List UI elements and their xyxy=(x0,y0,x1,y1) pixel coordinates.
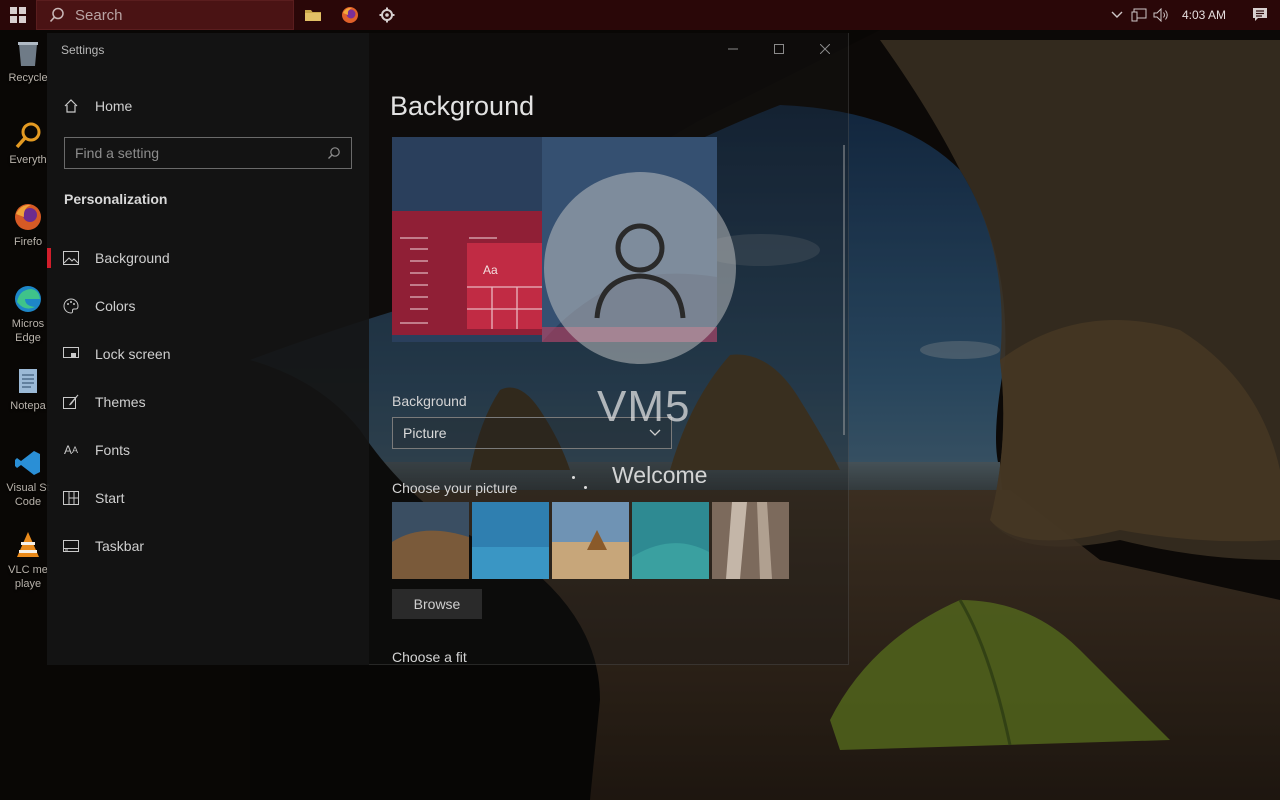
nav-home[interactable]: Home xyxy=(47,86,369,126)
vlc-icon xyxy=(17,532,39,557)
choose-picture-label: Choose your picture xyxy=(392,480,518,496)
picture-thumbnails xyxy=(392,502,789,579)
home-icon xyxy=(63,98,79,114)
firefox-icon xyxy=(15,204,41,230)
taskbar-settings[interactable] xyxy=(368,0,405,30)
welcome-text: Welcome xyxy=(612,462,708,488)
desktop-icon-label: Firefo xyxy=(13,236,43,248)
taskbar-icon xyxy=(63,538,79,554)
taskbar-firefox[interactable] xyxy=(331,0,368,30)
taskbar-search-box[interactable]: Search xyxy=(36,0,294,30)
nav-item-label: Fonts xyxy=(95,442,131,458)
loading-spinner xyxy=(568,470,598,490)
chevron-up-icon xyxy=(1111,11,1123,18)
volume-button[interactable] xyxy=(1150,0,1172,30)
nav-item-colors[interactable]: Colors xyxy=(47,286,369,326)
nav-item-background[interactable]: Background xyxy=(47,238,369,278)
user-name: VM5 xyxy=(597,382,691,431)
windows-logo-icon xyxy=(10,7,26,23)
show-hidden-icons-button[interactable] xyxy=(1106,0,1128,30)
file-explorer-icon xyxy=(304,10,321,21)
picture-thumbnail[interactable] xyxy=(632,502,709,579)
start-grid-icon xyxy=(63,490,79,506)
section-title-personalization: Personalization xyxy=(64,191,168,207)
edge-icon xyxy=(15,286,41,312)
brush-icon xyxy=(63,394,79,410)
page-title: Background xyxy=(390,91,535,121)
browse-button[interactable]: Browse xyxy=(392,589,482,619)
nav-item-label: Themes xyxy=(95,394,146,410)
content-scrollbar[interactable] xyxy=(843,145,845,435)
search-icon xyxy=(49,7,64,23)
palette-icon xyxy=(63,298,79,314)
start-button[interactable] xyxy=(0,0,36,30)
nav-item-label: Start xyxy=(95,490,125,506)
nav-home-label: Home xyxy=(95,98,133,114)
desktop-icon-label: Visual St Code xyxy=(6,482,50,508)
nav-item-label: Taskbar xyxy=(95,538,145,554)
settings-nav-pane: Settings Home Find a setting Personaliza… xyxy=(47,33,369,665)
minimize-icon xyxy=(728,48,738,50)
nav-item-themes[interactable]: Themes xyxy=(47,382,369,422)
maximize-button[interactable] xyxy=(756,33,802,65)
network-button[interactable] xyxy=(1128,0,1150,30)
action-center-button[interactable] xyxy=(1240,0,1280,30)
desktop-icon-label: Recycle xyxy=(8,72,48,84)
desktop-icon-label: Notepa xyxy=(10,400,46,412)
window-controls xyxy=(710,33,848,65)
nav-item-fonts[interactable]: AA Fonts xyxy=(47,430,369,470)
nav-item-taskbar[interactable]: Taskbar xyxy=(47,526,369,566)
nav-item-label: Background xyxy=(95,250,170,266)
preview-sample-text: Aa xyxy=(483,263,498,277)
picture-icon xyxy=(63,250,79,266)
everything-icon xyxy=(15,122,41,149)
close-icon xyxy=(820,44,830,54)
system-tray: 4:03 AM xyxy=(1106,0,1280,30)
taskbar: Search 4:03 AM xyxy=(0,0,1280,30)
search-icon xyxy=(328,147,340,159)
nav-item-start[interactable]: Start xyxy=(47,478,369,518)
firefox-icon xyxy=(341,7,358,23)
notification-icon xyxy=(1253,8,1267,21)
network-icon xyxy=(1131,8,1147,22)
close-button[interactable] xyxy=(802,33,848,65)
choose-fit-label: Choose a fit xyxy=(392,649,467,665)
maximize-icon xyxy=(774,44,784,54)
font-icon: AA xyxy=(63,443,79,457)
nav-item-label: Lock screen xyxy=(95,346,171,362)
picture-thumbnail[interactable] xyxy=(712,502,789,579)
taskbar-search-placeholder: Search xyxy=(75,6,123,24)
taskbar-clock[interactable]: 4:03 AM xyxy=(1172,8,1240,22)
picture-thumbnail[interactable] xyxy=(392,502,469,579)
desktop-icon-label: Everyth xyxy=(9,154,47,166)
recycle-bin-icon xyxy=(18,42,38,66)
desktop-icon-label: VLC me playe xyxy=(8,564,48,590)
vscode-icon xyxy=(15,451,40,475)
minimize-button[interactable] xyxy=(710,33,756,65)
picture-thumbnail[interactable] xyxy=(472,502,549,579)
picture-thumbnail[interactable] xyxy=(552,502,629,579)
find-setting-input[interactable]: Find a setting xyxy=(64,137,352,169)
user-avatar xyxy=(544,172,736,364)
speaker-icon xyxy=(1153,8,1168,22)
nav-item-label: Colors xyxy=(95,298,136,314)
notepad-icon xyxy=(19,369,37,393)
monitor-icon xyxy=(63,346,79,362)
user-icon xyxy=(594,223,686,319)
window-title: Settings xyxy=(61,43,105,57)
find-setting-placeholder: Find a setting xyxy=(75,145,160,161)
settings-icon xyxy=(379,7,394,23)
taskbar-file-explorer[interactable] xyxy=(294,0,331,30)
background-label: Background xyxy=(392,393,467,409)
desktop-icon-label: Micros Edge xyxy=(11,318,45,344)
background-type-value: Picture xyxy=(403,425,447,441)
settings-window: Settings Home Find a setting Personaliza… xyxy=(47,33,849,665)
nav-item-lock-screen[interactable]: Lock screen xyxy=(47,334,369,374)
